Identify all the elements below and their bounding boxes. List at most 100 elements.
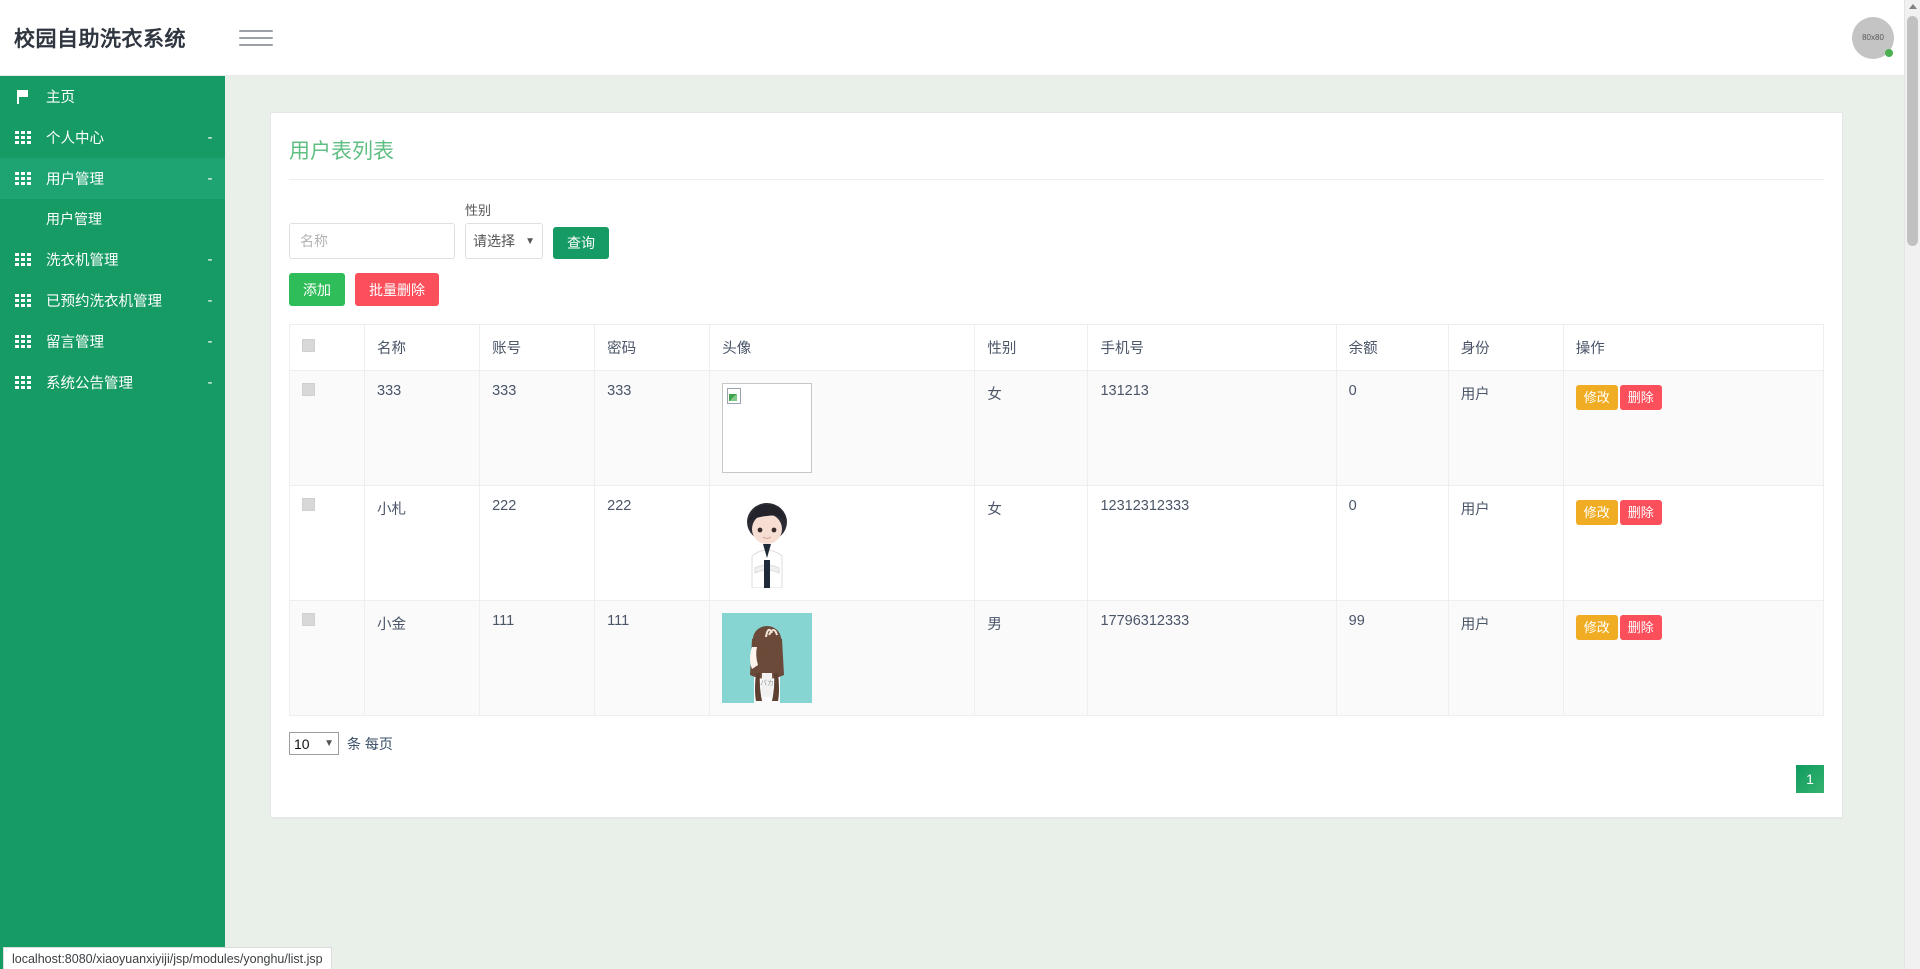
hamburger-icon[interactable] <box>239 25 273 51</box>
edit-button[interactable]: 修改 <box>1575 385 1618 410</box>
broken-image-icon <box>722 383 813 473</box>
table-row: 小金 111 111 バカ 男 17796312333 99 用户 修改 删除 <box>288 600 1825 716</box>
column-select-all[interactable] <box>288 324 366 371</box>
sidebar-item-label: 留言管理 <box>46 335 104 351</box>
table-container: 名称 账号 密码 头像 性别 手机号 余额 身份 操作 333 333 333 … <box>271 306 1842 716</box>
column-avatar: 头像 <box>709 324 976 371</box>
delete-button[interactable]: 删除 <box>1619 615 1662 640</box>
query-button[interactable]: 查询 <box>553 227 609 259</box>
avatar[interactable]: 80x80 <box>1852 16 1894 59</box>
app-title: 校园自助洗衣系统 <box>14 27 186 51</box>
app-window: 校园自助洗衣系统 80x80 主页 个人中心 - 用户管理 - 用户管理 洗衣机… <box>0 0 1920 969</box>
cell-avatar <box>709 485 976 601</box>
select-all-checkbox[interactable] <box>302 339 315 352</box>
cell-phone: 131213 <box>1087 370 1337 486</box>
row-select-cell[interactable] <box>288 370 366 486</box>
cell-account: 333 <box>479 370 596 486</box>
sidebar-item-user-management[interactable]: 用户管理 - <box>0 158 225 199</box>
page-size-select[interactable]: 10 ▼ <box>289 732 339 755</box>
cell-balance: 0 <box>1335 485 1449 601</box>
query-spacer-label <box>553 204 609 221</box>
scroll-up-arrow-icon[interactable] <box>1909 4 1917 9</box>
query-button-group: 查询 <box>553 204 609 259</box>
main-content: 用户表列表 性别 请选择 ▼ 查询 <box>225 76 1920 969</box>
column-password: 密码 <box>594 324 711 371</box>
sidebar-item-system-announcement-management[interactable]: 系统公告管理 - <box>0 362 225 403</box>
cell-operations: 修改 删除 <box>1562 370 1825 486</box>
chevron-down-icon: ▼ <box>324 738 334 749</box>
cell-operations: 修改 删除 <box>1562 600 1825 716</box>
chevron-collapse-icon: - <box>207 170 213 187</box>
cell-gender: 女 <box>974 370 1089 486</box>
flag-icon <box>0 89 46 104</box>
add-button[interactable]: 添加 <box>289 273 345 306</box>
chevron-collapse-icon: - <box>207 251 213 268</box>
row-checkbox[interactable] <box>302 613 315 626</box>
row-select-cell[interactable] <box>288 600 366 716</box>
row-select-cell[interactable] <box>288 485 366 601</box>
cell-role: 用户 <box>1447 370 1564 486</box>
sidebar-item-personal-center[interactable]: 个人中心 - <box>0 117 225 158</box>
cell-name: 小札 <box>364 485 481 601</box>
cell-password: 333 <box>594 370 711 486</box>
column-account: 账号 <box>479 324 596 371</box>
action-bar: 添加 批量删除 <box>271 259 1842 306</box>
sidebar-item-home[interactable]: 主页 <box>0 76 225 117</box>
vertical-scrollbar[interactable] <box>1904 0 1920 969</box>
cell-name: 小金 <box>364 600 481 716</box>
column-name: 名称 <box>364 324 481 371</box>
page-title: 用户表列表 <box>289 140 394 163</box>
row-checkbox[interactable] <box>302 498 315 511</box>
bulk-delete-button[interactable]: 批量删除 <box>355 273 439 306</box>
cell-gender: 男 <box>974 600 1089 716</box>
sidebar-item-label: 已预约洗衣机管理 <box>46 294 162 310</box>
edit-button[interactable]: 修改 <box>1575 615 1618 640</box>
gender-filter-label: 性别 <box>465 203 492 218</box>
user-table: 名称 账号 密码 头像 性别 手机号 余额 身份 操作 333 333 333 … <box>288 324 1825 716</box>
sidebar-item-label: 个人中心 <box>46 131 104 147</box>
sidebar-subitem-label: 用户管理 <box>46 211 102 227</box>
column-balance: 余额 <box>1335 324 1449 371</box>
chevron-down-icon: ▼ <box>525 235 535 247</box>
gender-filter-group: 性别 请选择 ▼ <box>465 200 543 259</box>
cell-balance: 0 <box>1335 370 1449 486</box>
sidebar-item-message-management[interactable]: 留言管理 - <box>0 321 225 362</box>
search-name-input[interactable] <box>289 223 455 259</box>
cell-password: 222 <box>594 485 711 601</box>
page-button-1[interactable]: 1 <box>1796 765 1824 793</box>
scrollbar-thumb[interactable] <box>1907 16 1918 246</box>
row-checkbox[interactable] <box>302 383 315 396</box>
delete-button[interactable]: 删除 <box>1619 500 1662 525</box>
per-page-label: 条 每页 <box>347 735 393 752</box>
grid-icon <box>0 376 46 389</box>
sidebar-item-label: 用户管理 <box>46 172 104 188</box>
grid-icon <box>0 253 46 266</box>
grid-icon <box>0 294 46 307</box>
grid-icon <box>0 131 46 144</box>
pagination-controls: 1 <box>271 755 1842 817</box>
sidebar-subitem-user-management[interactable]: 用户管理 <box>0 199 225 239</box>
filter-bar: 性别 请选择 ▼ 查询 <box>271 180 1842 259</box>
cell-name: 333 <box>364 370 481 486</box>
gender-select[interactable]: 请选择 ▼ <box>465 223 543 259</box>
column-role: 身份 <box>1447 324 1564 371</box>
table-header-row: 名称 账号 密码 头像 性别 手机号 余额 身份 操作 <box>288 324 1825 371</box>
boy-portrait-avatar <box>722 498 813 588</box>
cell-operations: 修改 删除 <box>1562 485 1825 601</box>
sidebar-item-washer-management[interactable]: 洗衣机管理 - <box>0 239 225 280</box>
chevron-collapse-icon: - <box>207 374 213 391</box>
cell-gender: 女 <box>974 485 1089 601</box>
sidebar-item-reserved-washer-management[interactable]: 已预约洗衣机管理 - <box>0 280 225 321</box>
grid-icon <box>0 172 46 185</box>
girl-portrait-avatar: バカ <box>722 613 813 703</box>
delete-button[interactable]: 删除 <box>1619 385 1662 410</box>
chevron-collapse-icon: - <box>207 129 213 146</box>
sidebar-item-label: 系统公告管理 <box>46 376 133 392</box>
top-header: 校园自助洗衣系统 80x80 <box>0 0 1920 76</box>
page-size-value: 10 <box>294 735 310 752</box>
edit-button[interactable]: 修改 <box>1575 500 1618 525</box>
user-list-card: 用户表列表 性别 请选择 ▼ 查询 <box>270 112 1843 818</box>
cell-phone: 17796312333 <box>1087 600 1337 716</box>
name-filter-label <box>289 200 455 217</box>
column-operations: 操作 <box>1562 324 1825 371</box>
